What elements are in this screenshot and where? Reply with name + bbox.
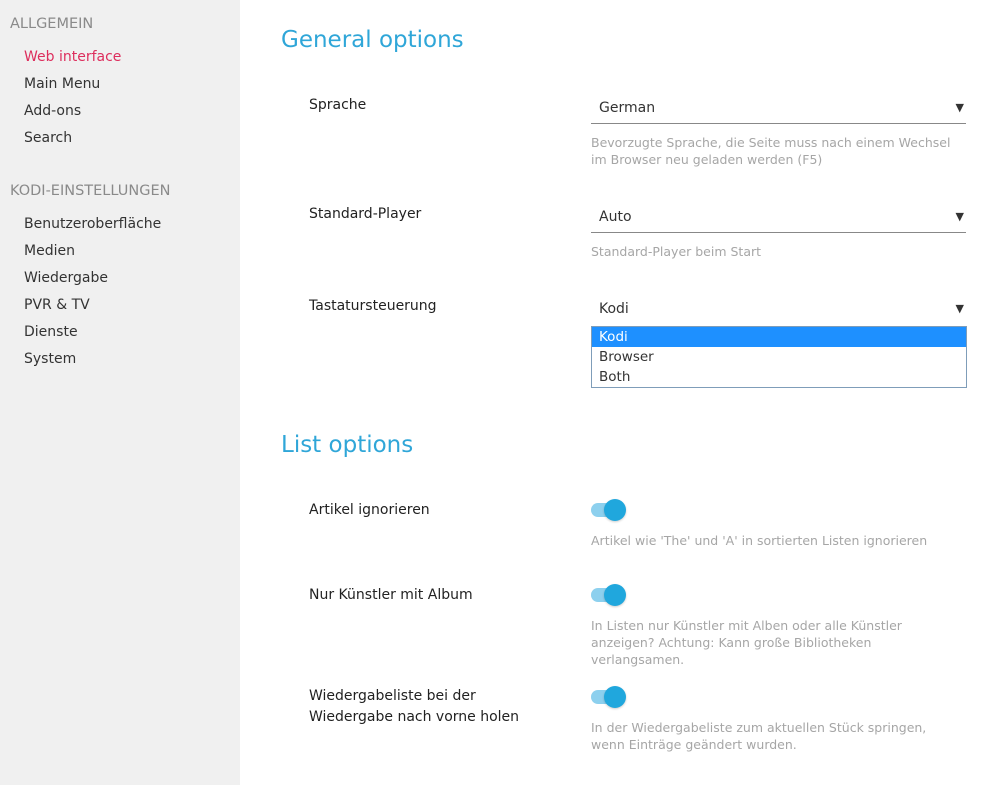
dropdown-option-both[interactable]: Both [592,367,966,387]
sidebar-item-dienste[interactable]: Dienste [24,324,78,340]
ignore-articles-toggle[interactable] [591,498,627,522]
sidebar-item-benutzeroberflaeche[interactable]: Benutzeroberfläche [24,216,161,232]
keyboard-label: Tastatursteuerung [309,298,437,314]
general-options-title: General options [281,27,464,53]
focus-playlist-hint: In der Wiedergabeliste zum aktuellen Stü… [591,720,927,752]
language-label: Sprache [309,97,367,113]
list-options-title: List options [281,432,414,458]
keyboard-select[interactable]: Kodi ▼ [591,293,966,325]
toggle-knob [604,686,626,708]
sidebar-section-allgemein: ALLGEMEIN [10,16,94,32]
language-hint: Bevorzugte Sprache, die Seite muss nach … [591,135,951,167]
chevron-down-icon: ▼ [955,101,964,114]
album-artists-toggle[interactable] [591,583,627,607]
sidebar-item-add-ons[interactable]: Add-ons [24,103,81,119]
sidebar-item-main-menu[interactable]: Main Menu [24,76,100,92]
sidebar: ALLGEMEIN Web interface Main Menu Add-on… [0,0,240,785]
sidebar-item-pvr-tv[interactable]: PVR & TV [24,297,90,313]
sidebar-item-web-interface[interactable]: Web interface [24,49,121,65]
keyboard-select-value: Kodi [599,301,629,317]
focus-playlist-label: Wiedergabeliste bei der Wiedergabe nach … [309,688,520,725]
sidebar-item-system[interactable]: System [24,351,76,367]
player-label: Standard-Player [309,206,422,222]
chevron-down-icon: ▼ [955,210,964,223]
dropdown-option-kodi[interactable]: Kodi [592,327,966,347]
ignore-articles-hint: Artikel wie 'The' und 'A' in sortierten … [591,533,928,548]
dropdown-option-browser[interactable]: Browser [592,347,966,367]
sidebar-section-kodi-einstellungen: KODI-EINSTELLUNGEN [10,183,171,199]
keyboard-dropdown-list: Kodi Browser Both [591,326,967,388]
sidebar-item-wiedergabe[interactable]: Wiedergabe [24,270,108,286]
toggle-knob [604,584,626,606]
toggle-knob [604,499,626,521]
language-select-value: German [599,100,656,116]
player-hint: Standard-Player beim Start [591,244,762,259]
focus-playlist-toggle[interactable] [591,685,627,709]
sidebar-item-medien[interactable]: Medien [24,243,75,259]
language-select[interactable]: German ▼ [591,92,966,124]
album-artists-hint: In Listen nur Künstler mit Alben oder al… [591,618,902,667]
sidebar-item-search[interactable]: Search [24,130,72,146]
album-artists-label: Nur Künstler mit Album [309,587,473,603]
player-select[interactable]: Auto ▼ [591,201,966,233]
ignore-articles-label: Artikel ignorieren [309,502,430,518]
main-content: General options Sprache German ▼ Bevorzu… [240,0,1003,785]
chevron-down-icon: ▼ [955,302,964,315]
player-select-value: Auto [599,209,632,225]
